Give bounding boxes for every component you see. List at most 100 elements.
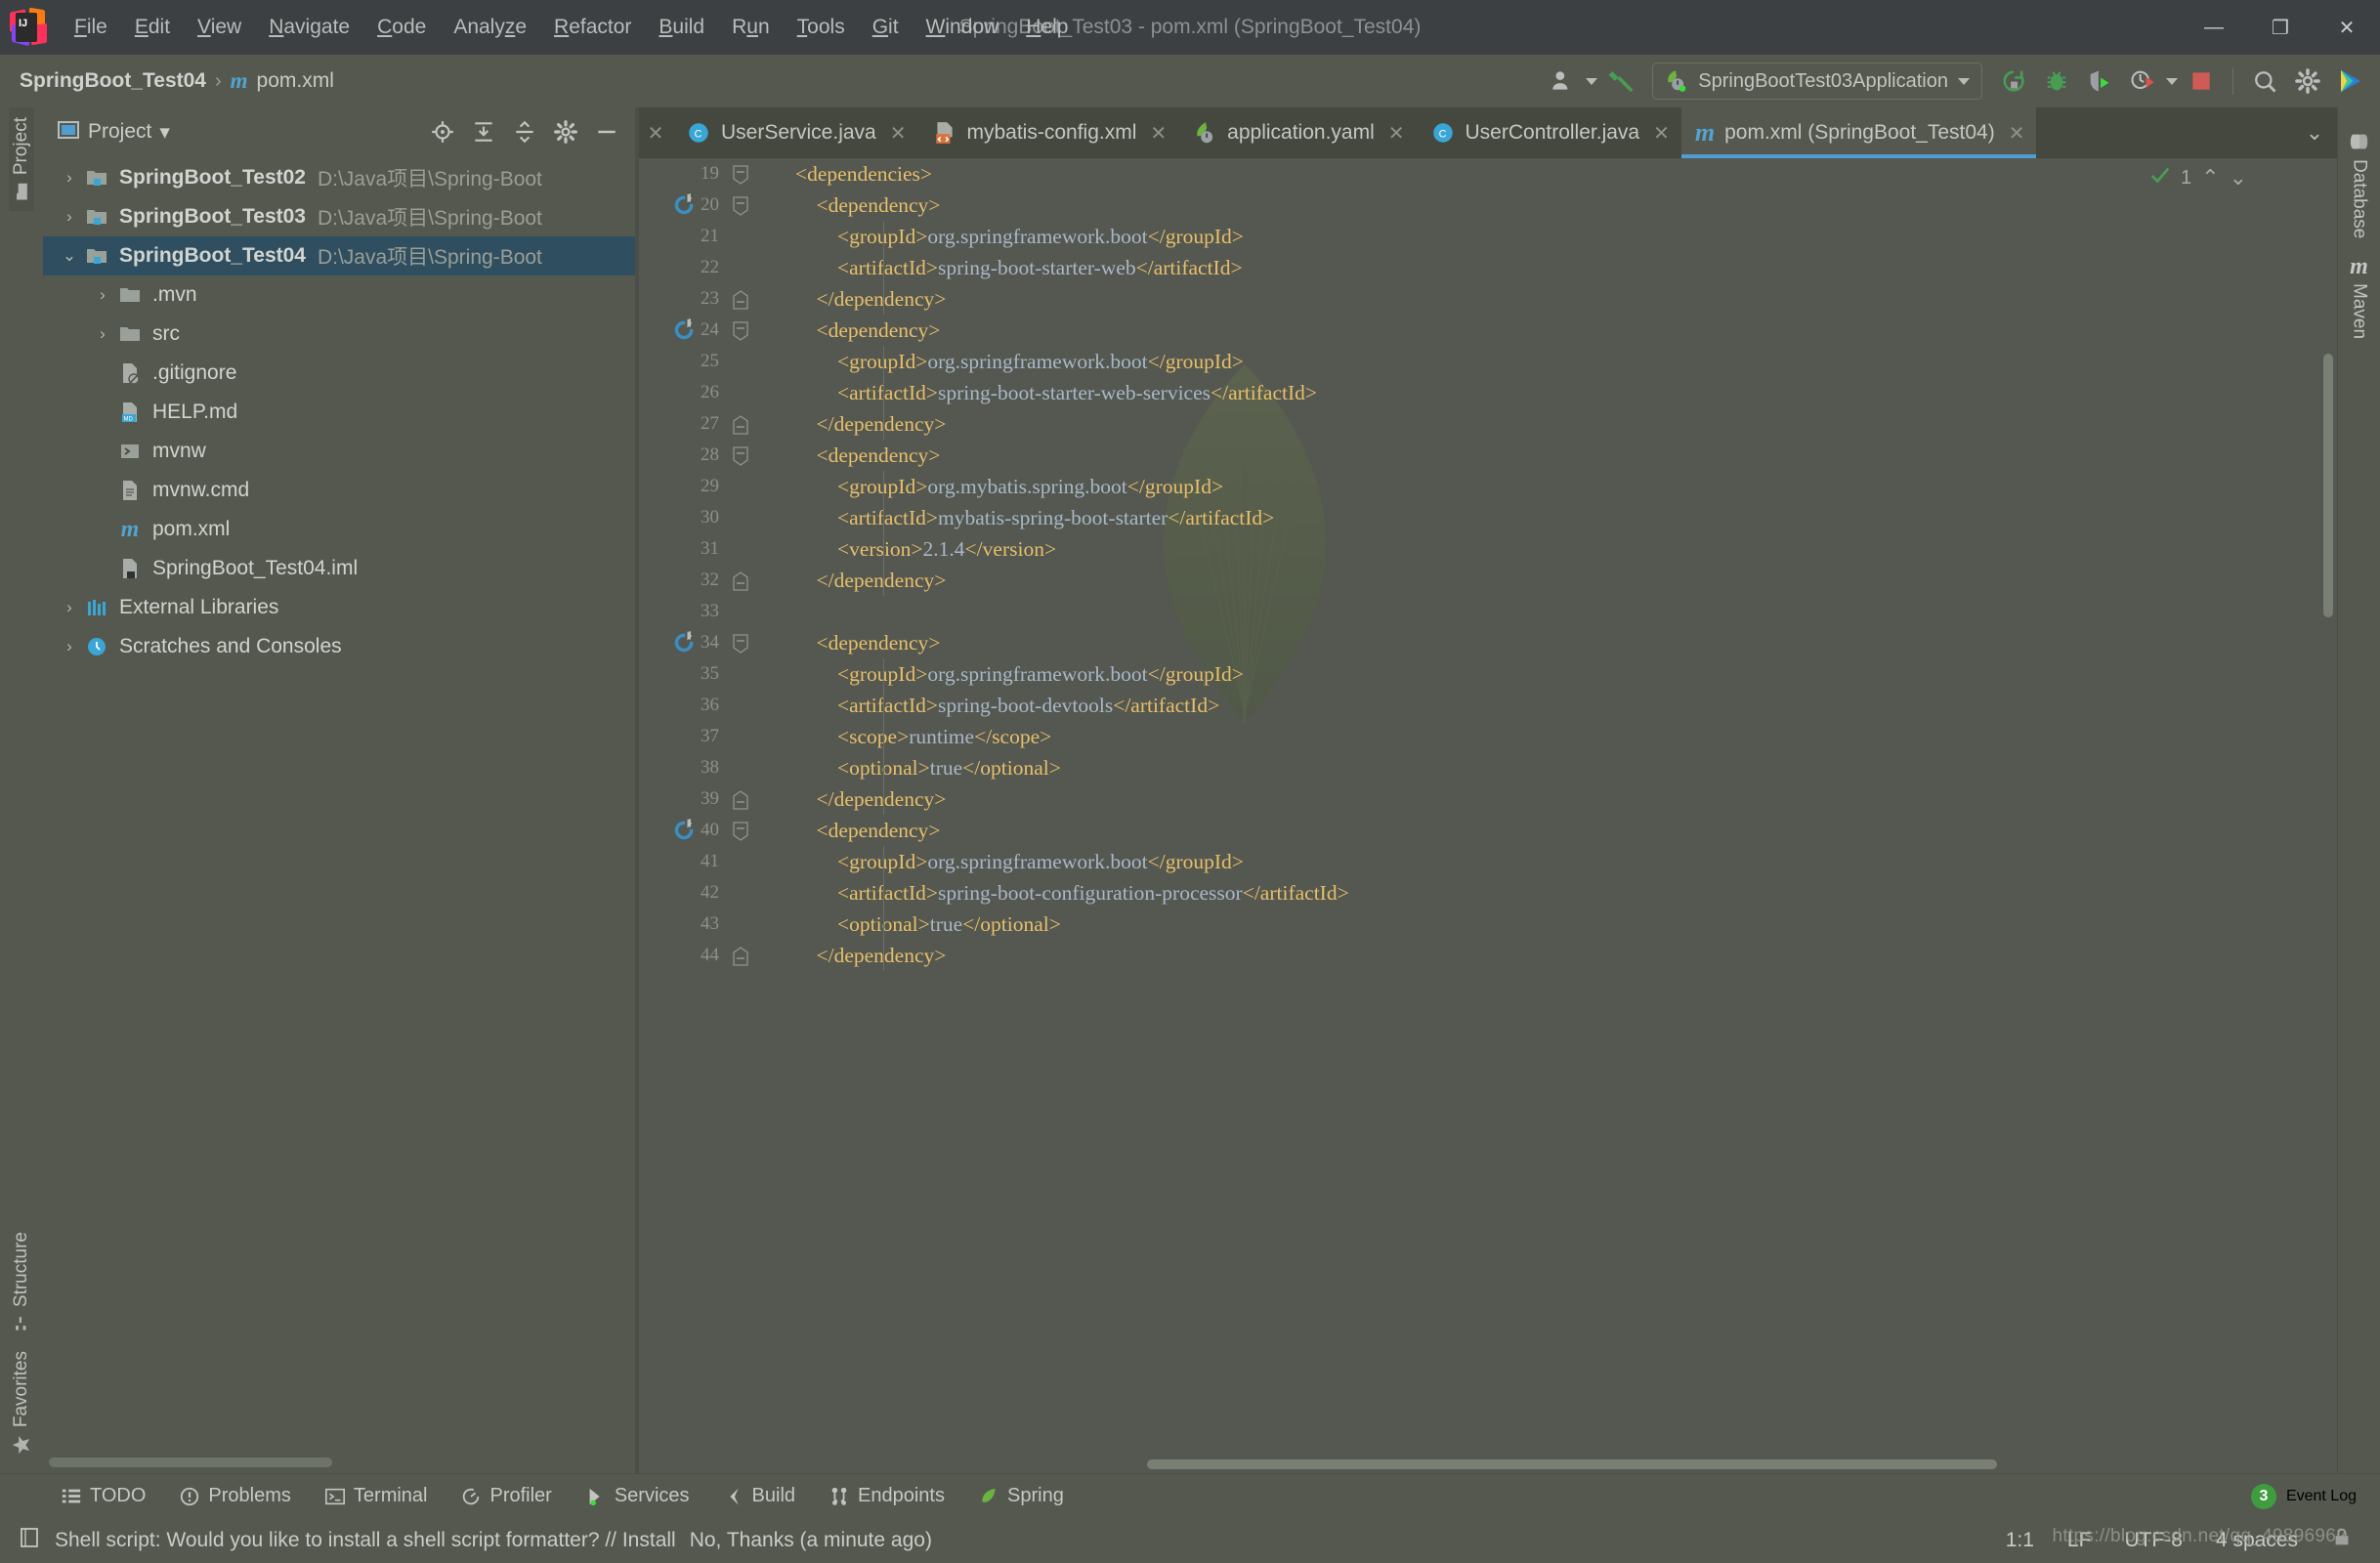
code-line[interactable]: <optional>true</optional> (795, 908, 2337, 940)
tree-node-springboot_test04-iml[interactable]: SpringBoot_Test04.iml (43, 549, 635, 588)
code-line[interactable]: <dependency> (795, 815, 2337, 846)
minimize-button[interactable]: — (2181, 0, 2247, 55)
gutter-row[interactable] (727, 502, 795, 533)
bottom-tab-todo[interactable]: TODO (49, 1483, 157, 1509)
menu-item-refactor[interactable]: Refactor (540, 12, 645, 43)
menu-item-view[interactable]: View (184, 12, 255, 43)
tree-node-springboot_test02[interactable]: › SpringBoot_Test02 D:\Java项目\Spring-Boot (43, 158, 635, 197)
collapse-all-icon[interactable] (508, 115, 541, 148)
hide-window-icon[interactable] (590, 115, 623, 148)
stop-icon[interactable] (2182, 62, 2221, 101)
rerun-icon[interactable] (1994, 62, 2033, 101)
code-line[interactable]: <artifactId>spring-boot-starter-web-serv… (795, 377, 2337, 408)
bottom-tab-endpoints[interactable]: Endpoints (817, 1483, 956, 1509)
gutter-row[interactable] (727, 408, 795, 440)
status-secondary-action[interactable]: No, Thanks (a minute ago) (690, 1529, 932, 1552)
gutter-row[interactable] (727, 783, 795, 815)
menu-item-window[interactable]: Window (913, 12, 1013, 43)
project-tree[interactable]: › SpringBoot_Test02 D:\Java项目\Spring-Boot ›… (43, 156, 635, 1473)
debug-icon[interactable] (2037, 62, 2076, 101)
code-line[interactable]: <dependencies> (795, 158, 2337, 190)
editor-tab-mybatis-config-xml[interactable]: mybatis-config.xml ✕ (918, 107, 1179, 158)
breadcrumb-project[interactable]: SpringBoot_Test04 (20, 69, 206, 93)
code-line[interactable]: <version>2.1.4</version> (795, 533, 2337, 565)
tree-node-mvnw[interactable]: mvnw (43, 432, 635, 471)
tree-twisty-icon[interactable]: › (57, 598, 82, 617)
gutter-row[interactable] (727, 752, 795, 783)
editor-tab-application-yaml[interactable]: application.yaml ✕ (1178, 107, 1416, 158)
gutter-row[interactable] (727, 565, 795, 596)
code-line[interactable]: <artifactId>spring-boot-configuration-pr… (795, 877, 2337, 908)
editor-gutter[interactable]: 19 20 21 22 23 24 25 26 27 28 29 30 31 32 33 34 35 36 37 38… (639, 158, 795, 1473)
gutter-row[interactable] (727, 690, 795, 721)
previous-problem-icon[interactable]: ⌃ (2201, 165, 2219, 190)
bottom-tab-problems[interactable]: Problems (167, 1483, 302, 1509)
close-icon[interactable]: ✕ (1388, 121, 1405, 146)
tree-twisty-icon[interactable]: › (90, 324, 115, 344)
close-button[interactable]: ✕ (2314, 0, 2380, 55)
menu-item-help[interactable]: Help (1012, 12, 1082, 43)
code-line[interactable]: <groupId>org.springframework.boot</group… (795, 221, 2337, 252)
close-icon[interactable]: ✕ (890, 121, 907, 146)
code-line[interactable]: <dependency> (795, 627, 2337, 658)
status-message[interactable]: Shell script: Would you like to install … (55, 1529, 676, 1552)
code-line[interactable]: <groupId>org.mybatis.spring.boot</groupI… (795, 471, 2337, 502)
locate-icon[interactable] (426, 115, 459, 148)
sidebar-item-maven[interactable]: m Maven (2344, 248, 2374, 349)
code-line[interactable]: <groupId>org.springframework.boot</group… (795, 846, 2337, 877)
code-line[interactable]: <groupId>org.springframework.boot</group… (795, 658, 2337, 690)
gutter-row[interactable] (727, 252, 795, 283)
tree-twisty-icon[interactable]: › (57, 207, 82, 227)
bottom-tab-terminal[interactable]: Terminal (313, 1483, 440, 1509)
code-line[interactable]: <groupId>org.springframework.boot</group… (795, 346, 2337, 377)
editor-vertical-scrollbar[interactable] (2323, 354, 2333, 617)
tree-node-scratches-and-consoles[interactable]: › Scratches and Consoles (43, 627, 635, 666)
inspections-widget[interactable]: 1 ⌃ ⌄ (2149, 164, 2247, 191)
editor-tab-userservice-java[interactable]: C UserService.java ✕ (672, 107, 918, 158)
user-account-icon[interactable] (1543, 62, 1582, 101)
gutter-row[interactable] (727, 877, 795, 908)
code-line[interactable]: <dependency> (795, 190, 2337, 221)
gutter-row[interactable] (727, 596, 795, 627)
bottom-tab-spring[interactable]: Spring (966, 1483, 1076, 1509)
maven-dependency-icon[interactable] (670, 817, 698, 855)
gutter-row[interactable] (727, 283, 795, 315)
tree-node-src[interactable]: › src (43, 315, 635, 354)
build-hammer-icon[interactable] (1601, 62, 1640, 101)
code-line[interactable] (795, 596, 2337, 627)
gutter-row[interactable] (674, 815, 795, 846)
profiler-chevron-down-icon[interactable] (2166, 77, 2178, 85)
gear-icon[interactable] (549, 115, 582, 148)
caret-position[interactable]: 1:1 (2006, 1529, 2034, 1552)
tab-scroll-left-icon[interactable]: ✕ (639, 107, 672, 158)
menu-item-run[interactable]: Run (718, 12, 784, 43)
event-log-button[interactable]: 3 Event Log (2250, 1483, 2380, 1509)
tab-list-chevron-down-icon[interactable]: ⌄ (2298, 116, 2331, 149)
gutter-row[interactable] (674, 627, 795, 658)
close-icon[interactable]: ✕ (1653, 121, 1670, 146)
menu-item-code[interactable]: Code (363, 12, 440, 43)
search-everywhere-icon[interactable] (2245, 62, 2284, 101)
menu-item-git[interactable]: Git (859, 12, 913, 43)
gutter-row[interactable] (727, 846, 795, 877)
bottom-tab-build[interactable]: Build (711, 1483, 807, 1509)
gutter-row[interactable] (727, 440, 795, 471)
gutter-row[interactable] (727, 533, 795, 565)
expand-all-icon[interactable] (467, 115, 500, 148)
code-line[interactable]: </dependency> (795, 940, 2337, 971)
run-configuration-selector[interactable]: SpringBootTest03Application (1652, 63, 1982, 100)
project-panel-chevron-down-icon[interactable]: ▾ (159, 120, 170, 145)
code-line[interactable]: </dependency> (795, 408, 2337, 440)
gutter-row[interactable] (727, 471, 795, 502)
code-line[interactable]: </dependency> (795, 783, 2337, 815)
menu-item-navigate[interactable]: Navigate (255, 12, 363, 43)
tree-node--mvn[interactable]: › .mvn (43, 275, 635, 315)
project-panel-horizontal-scrollbar[interactable] (49, 1457, 332, 1467)
maven-dependency-icon[interactable] (670, 191, 698, 230)
code-line[interactable]: </dependency> (795, 565, 2337, 596)
breadcrumb-file[interactable]: pom.xml (257, 69, 334, 93)
code-line[interactable]: <artifactId>spring-boot-starter-web</art… (795, 252, 2337, 283)
code-line[interactable]: <artifactId>mybatis-spring-boot-starter<… (795, 502, 2337, 533)
sidebar-item-project[interactable]: Project (9, 107, 34, 212)
close-icon[interactable]: ✕ (2009, 121, 2025, 146)
